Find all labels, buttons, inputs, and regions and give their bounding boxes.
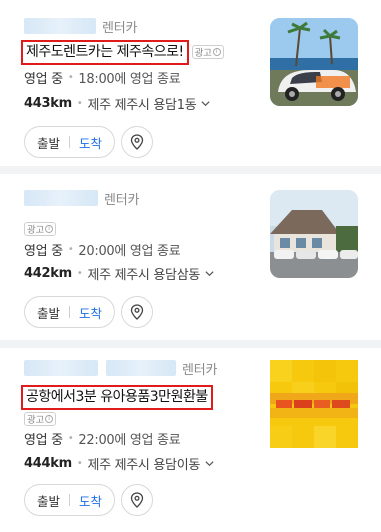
ad-label: 광고: [27, 225, 44, 236]
separator-dot: •: [76, 268, 83, 279]
ad-label: 광고: [27, 415, 44, 426]
place-name-blurred[interactable]: [24, 360, 98, 376]
start-button[interactable]: 출발: [37, 491, 60, 510]
location-row[interactable]: 442km • 제주 제주시 용담삼동: [24, 264, 215, 283]
ad-row: 광고 i: [24, 218, 56, 237]
start-button[interactable]: 출발: [37, 303, 60, 322]
place-name-blurred[interactable]: [24, 18, 96, 34]
route-button-group: 출발 도착: [24, 296, 116, 328]
chevron-down-icon[interactable]: [204, 458, 215, 469]
hours-row: 영업 중 • 22:00에 영업 종료: [24, 429, 181, 448]
route-button-group: 출발 도착: [24, 484, 116, 516]
location-pin-button[interactable]: [121, 484, 154, 516]
result-card-3[interactable]: 렌터카 공항에서3분 유아용품3만원환불 광고 i 영업 중 • 22:00에 …: [0, 348, 381, 532]
location-pin-icon: [130, 134, 144, 150]
divider: [69, 494, 71, 506]
arrive-button[interactable]: 도착: [79, 133, 102, 152]
arrive-button[interactable]: 도착: [79, 491, 102, 510]
place-photo[interactable]: [270, 360, 358, 448]
open-status: 영업 중: [24, 244, 63, 259]
action-row: 출발 도착: [24, 296, 154, 328]
location-pin-button[interactable]: [121, 126, 154, 158]
start-button[interactable]: 출발: [37, 133, 60, 152]
section-divider: [0, 166, 381, 174]
separator-dot: •: [76, 98, 83, 109]
promo-row: 공항에서3분 유아용품3만원환불: [21, 384, 213, 410]
promo-text[interactable]: 공항에서3분 유아용품3만원환불: [21, 384, 213, 410]
ad-row: 광고 i: [24, 408, 56, 427]
result-card-1[interactable]: 렌터카 제주도렌트카는 제주속으로! 광고 i 영업 중 • 18:00에 영업…: [0, 0, 381, 164]
ad-badge[interactable]: 광고 i: [191, 45, 224, 59]
divider: [69, 136, 71, 148]
ad-label: 광고: [194, 48, 212, 59]
place-category: 렌터카: [102, 20, 138, 36]
place-photo[interactable]: [270, 190, 358, 278]
promo-text[interactable]: 제주도렌트카는 제주속으로!: [21, 39, 189, 65]
closing-time: 18:00에 영업 종료: [78, 72, 181, 87]
ad-badge[interactable]: 광고 i: [24, 412, 56, 426]
action-row: 출발 도착: [24, 126, 154, 158]
distance: 444km: [24, 456, 72, 471]
distance: 442km: [24, 266, 72, 281]
open-status: 영업 중: [24, 72, 63, 87]
pixelated-logo-photo: [270, 360, 358, 448]
rental-office-photo: [270, 190, 358, 278]
info-icon: i: [212, 48, 221, 56]
info-icon: i: [44, 415, 53, 423]
open-status: 영업 중: [24, 433, 63, 448]
place-name-row[interactable]: 렌터카: [24, 16, 137, 36]
chevron-down-icon[interactable]: [204, 268, 215, 279]
place-name-blurred[interactable]: [24, 190, 98, 206]
closing-time: 22:00에 영업 종료: [78, 433, 181, 448]
place-name-row[interactable]: 렌터카: [24, 188, 139, 208]
location-row[interactable]: 444km • 제주 제주시 용담이동: [24, 454, 215, 473]
hours-row: 영업 중 • 20:00에 영업 종료: [24, 240, 181, 259]
place-category: 렌터카: [182, 362, 218, 378]
distance: 443km: [24, 96, 72, 111]
location-pin-icon: [130, 304, 144, 320]
arrive-button[interactable]: 도착: [79, 303, 102, 322]
place-photo[interactable]: [270, 18, 358, 106]
separator-dot: •: [67, 244, 74, 255]
place-name-row[interactable]: 렌터카: [24, 358, 217, 378]
location-row[interactable]: 443km • 제주 제주시 용담1동: [24, 94, 211, 113]
info-icon: i: [44, 225, 53, 233]
separator-dot: •: [67, 433, 74, 444]
hours-row: 영업 중 • 18:00에 영업 종료: [24, 68, 181, 87]
chevron-down-icon[interactable]: [200, 98, 211, 109]
location-pin-button[interactable]: [121, 296, 154, 328]
address: 제주 제주시 용담삼동: [87, 268, 201, 283]
address: 제주 제주시 용담이동: [87, 458, 201, 473]
promo-row: 제주도렌트카는 제주속으로! 광고 i: [21, 39, 224, 65]
ad-badge[interactable]: 광고 i: [24, 222, 56, 236]
route-button-group: 출발 도착: [24, 126, 116, 158]
place-category: 렌터카: [104, 192, 140, 208]
rental-car-photo: [270, 18, 358, 106]
closing-time: 20:00에 영업 종료: [78, 244, 181, 259]
result-card-2[interactable]: 렌터카 광고 i 영업 중 • 20:00에 영업 종료 442km • 제주 …: [0, 174, 381, 340]
separator-dot: •: [67, 72, 74, 83]
place-name-blurred-2[interactable]: [106, 360, 176, 376]
separator-dot: •: [76, 458, 83, 469]
action-row: 출발 도착: [24, 484, 154, 516]
divider: [69, 306, 71, 318]
address: 제주 제주시 용담1동: [87, 98, 197, 113]
section-divider: [0, 340, 381, 348]
location-pin-icon: [130, 492, 144, 508]
